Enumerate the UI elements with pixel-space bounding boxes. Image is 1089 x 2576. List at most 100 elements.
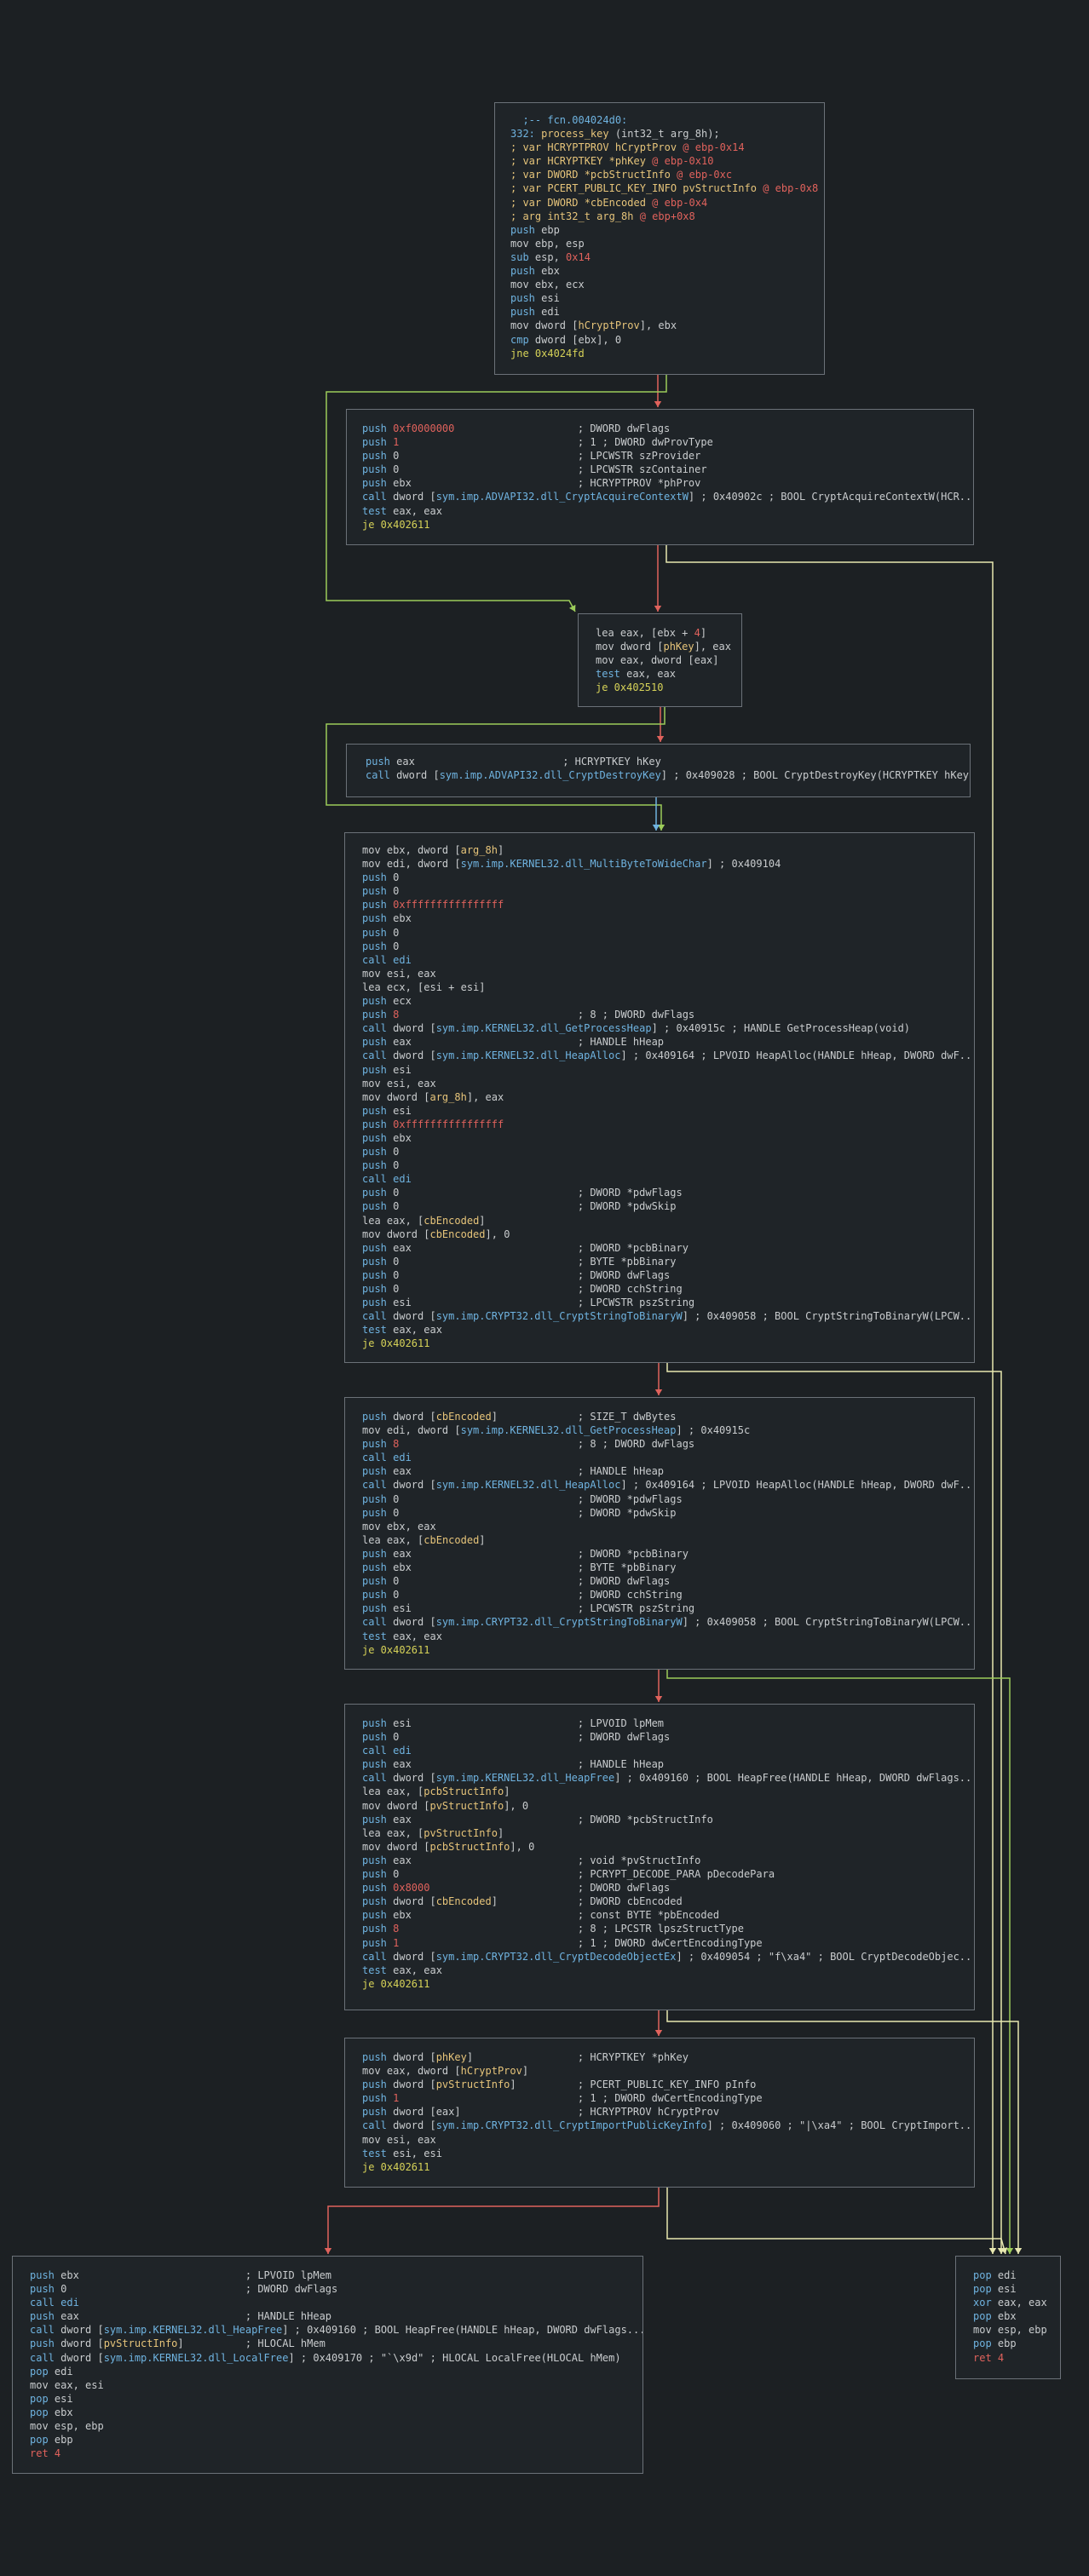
asm-line[interactable]: push dword [cbEncoded] ; SIZE_T dwBytes: [362, 1410, 974, 1423]
asm-line[interactable]: push 0 ; DWORD dwFlags: [362, 1574, 974, 1588]
asm-line[interactable]: push 0 ; LPCWSTR szProvider: [362, 449, 973, 463]
asm-line[interactable]: push 0 ; DWORD dwFlags: [362, 1730, 974, 1744]
asm-line[interactable]: call edi: [362, 1451, 974, 1464]
asm-line[interactable]: test eax, eax: [362, 1964, 974, 1977]
asm-line[interactable]: call dword [sym.imp.CRYPT32.dll_CryptStr…: [362, 1615, 974, 1629]
asm-line[interactable]: push ebx: [362, 911, 974, 925]
asm-line[interactable]: push 0 ; DWORD dwFlags: [362, 1268, 974, 1282]
asm-line[interactable]: call dword [sym.imp.KERNEL32.dll_GetProc…: [362, 1021, 974, 1035]
asm-line[interactable]: pop ebx: [973, 2309, 1060, 2323]
asm-line[interactable]: pop ebp: [30, 2433, 642, 2447]
asm-line[interactable]: push 0: [362, 1145, 974, 1159]
asm-line[interactable]: push ebx: [510, 264, 824, 278]
asm-line[interactable]: push esi ; LPVOID lpMem: [362, 1716, 974, 1730]
asm-line[interactable]: call dword [sym.imp.KERNEL32.dll_LocalFr…: [30, 2351, 642, 2365]
asm-line[interactable]: je 0x402611: [362, 518, 973, 532]
asm-line[interactable]: mov esi, eax: [362, 2133, 974, 2147]
asm-line[interactable]: push 0xf0000000 ; DWORD dwFlags: [362, 422, 973, 435]
asm-line[interactable]: mov edi, dword [sym.imp.KERNEL32.dll_Get…: [362, 1423, 974, 1437]
asm-line[interactable]: ; var PCERT_PUBLIC_KEY_INFO pvStructInfo…: [510, 181, 824, 195]
asm-line[interactable]: push eax ; HCRYPTKEY hKey: [366, 755, 970, 768]
asm-line[interactable]: push 1 ; 1 ; DWORD dwCertEncodingType: [362, 2091, 974, 2105]
asm-line[interactable]: lea eax, [pvStructInfo]: [362, 1826, 974, 1840]
asm-line[interactable]: mov ebp, esp: [510, 237, 824, 250]
asm-line[interactable]: push eax ; HANDLE hHeap: [30, 2309, 642, 2323]
asm-line[interactable]: push eax ; DWORD *pcbBinary: [362, 1241, 974, 1255]
asm-line[interactable]: push edi: [510, 305, 824, 319]
asm-line[interactable]: lea ecx, [esi + esi]: [362, 980, 974, 994]
asm-line[interactable]: call dword [sym.imp.CRYPT32.dll_CryptDec…: [362, 1950, 974, 1964]
basic-block-cleanup-success[interactable]: push ebx ; LPVOID lpMem push 0 ; DWORD dw…: [12, 2256, 643, 2474]
asm-line[interactable]: call dword [sym.imp.ADVAPI32.dll_CryptAc…: [362, 490, 973, 503]
asm-line[interactable]: push 0 ; DWORD *pdwSkip: [362, 1506, 974, 1520]
asm-line[interactable]: test esi, esi: [362, 2147, 974, 2160]
asm-line[interactable]: call dword [sym.imp.KERNEL32.dll_HeapAll…: [362, 1478, 974, 1492]
asm-line[interactable]: mov eax, esi: [30, 2378, 642, 2392]
asm-line[interactable]: mov ebx, eax: [362, 1520, 974, 1533]
asm-line[interactable]: push eax ; HANDLE hHeap: [362, 1035, 974, 1049]
asm-line[interactable]: push esi ; LPCWSTR pszString: [362, 1601, 974, 1615]
asm-line[interactable]: ; var HCRYPTKEY *phKey @ ebp-0x10: [510, 154, 824, 168]
asm-line[interactable]: push 0xffffffffffffffff: [362, 898, 974, 911]
asm-line[interactable]: call dword [sym.imp.KERNEL32.dll_HeapFre…: [362, 1771, 974, 1785]
asm-line[interactable]: call edi: [362, 1172, 974, 1186]
asm-line[interactable]: pop ebx: [30, 2406, 642, 2419]
asm-line[interactable]: mov ebx, dword [arg_8h]: [362, 843, 974, 857]
asm-line[interactable]: je 0x402611: [362, 1643, 974, 1657]
asm-line[interactable]: call dword [sym.imp.CRYPT32.dll_CryptStr…: [362, 1309, 974, 1323]
asm-line[interactable]: ret 4: [30, 2447, 642, 2460]
asm-line[interactable]: push dword [pvStructInfo] ; HLOCAL hMem: [30, 2337, 642, 2350]
asm-line[interactable]: test eax, eax: [362, 1630, 974, 1643]
asm-line[interactable]: lea eax, [pcbStructInfo]: [362, 1785, 974, 1798]
asm-line[interactable]: push ebp: [510, 223, 824, 237]
basic-block-return-failure[interactable]: pop edi pop esi xor eax, eax pop ebx mov esp…: [955, 2256, 1061, 2379]
asm-line[interactable]: pop esi: [973, 2282, 1060, 2296]
asm-line[interactable]: push ebx ; HCRYPTPROV *phProv: [362, 476, 973, 490]
asm-line[interactable]: mov dword [hCryptProv], ebx: [510, 319, 824, 332]
asm-line[interactable]: ret 4: [973, 2351, 1060, 2365]
basic-block-destroy-key[interactable]: push eax ; HCRYPTKEY hKey call dword [sym…: [346, 744, 971, 797]
asm-line[interactable]: test eax, eax: [596, 667, 741, 681]
asm-line[interactable]: push esi: [362, 1104, 974, 1118]
asm-line[interactable]: 332: process_key (int32_t arg_8h);: [510, 127, 824, 141]
asm-line[interactable]: push esi: [362, 1063, 974, 1077]
asm-line[interactable]: push esi ; LPCWSTR pszString: [362, 1296, 974, 1309]
asm-line[interactable]: mov eax, dword [hCryptProv]: [362, 2064, 974, 2078]
asm-line[interactable]: ;-- fcn.004024d0:: [510, 113, 824, 127]
asm-line[interactable]: call dword [sym.imp.KERNEL32.dll_HeapFre…: [30, 2323, 642, 2337]
asm-line[interactable]: push 0 ; DWORD cchString: [362, 1282, 974, 1296]
asm-line[interactable]: pop esi: [30, 2392, 642, 2406]
function-graph-canvas[interactable]: ;-- fcn.004024d0: 332: process_key (int32…: [0, 0, 1089, 2576]
asm-line[interactable]: je 0x402611: [362, 1337, 974, 1350]
asm-line[interactable]: je 0x402611: [362, 2160, 974, 2174]
asm-line[interactable]: push eax ; DWORD *pcbStructInfo: [362, 1813, 974, 1826]
asm-line[interactable]: mov dword [phKey], eax: [596, 640, 741, 653]
asm-line[interactable]: push esi: [510, 291, 824, 305]
asm-line[interactable]: test eax, eax: [362, 504, 973, 518]
asm-line[interactable]: lea eax, [cbEncoded]: [362, 1533, 974, 1547]
asm-line[interactable]: push ecx: [362, 994, 974, 1008]
asm-line[interactable]: ; var DWORD *pcbStructInfo @ ebp-0xc: [510, 168, 824, 181]
asm-line[interactable]: test eax, eax: [362, 1323, 974, 1337]
asm-line[interactable]: push 0: [362, 940, 974, 953]
asm-line[interactable]: push 0 ; DWORD cchString: [362, 1588, 974, 1601]
asm-line[interactable]: mov eax, dword [eax]: [596, 653, 741, 667]
asm-line[interactable]: call edi: [362, 953, 974, 967]
asm-line[interactable]: push 0 ; BYTE *pbBinary: [362, 1255, 974, 1268]
basic-block-entry[interactable]: ;-- fcn.004024d0: 332: process_key (int32…: [494, 102, 825, 375]
asm-line[interactable]: push ebx: [362, 1131, 974, 1145]
asm-line[interactable]: ; var HCRYPTPROV hCryptProv @ ebp-0x14: [510, 141, 824, 154]
asm-line[interactable]: push 1 ; 1 ; DWORD dwCertEncodingType: [362, 1936, 974, 1950]
asm-line[interactable]: sub esp, 0x14: [510, 250, 824, 264]
asm-line[interactable]: mov ebx, ecx: [510, 278, 824, 291]
asm-line[interactable]: push ebx ; BYTE *pbBinary: [362, 1561, 974, 1574]
asm-line[interactable]: push eax ; DWORD *pcbBinary: [362, 1547, 974, 1561]
asm-line[interactable]: push dword [pvStructInfo] ; PCERT_PUBLIC…: [362, 2078, 974, 2091]
asm-line[interactable]: push 0: [362, 884, 974, 898]
basic-block-string-to-binary-size[interactable]: mov ebx, dword [arg_8h] mov edi, dword [s…: [344, 832, 975, 1363]
asm-line[interactable]: push ebx ; LPVOID lpMem: [30, 2268, 642, 2282]
asm-line[interactable]: ; var DWORD *cbEncoded @ ebp-0x4: [510, 196, 824, 210]
asm-line[interactable]: mov dword [pvStructInfo], 0: [362, 1799, 974, 1813]
asm-line[interactable]: push 0x8000 ; DWORD dwFlags: [362, 1881, 974, 1895]
asm-line[interactable]: mov dword [arg_8h], eax: [362, 1090, 974, 1104]
